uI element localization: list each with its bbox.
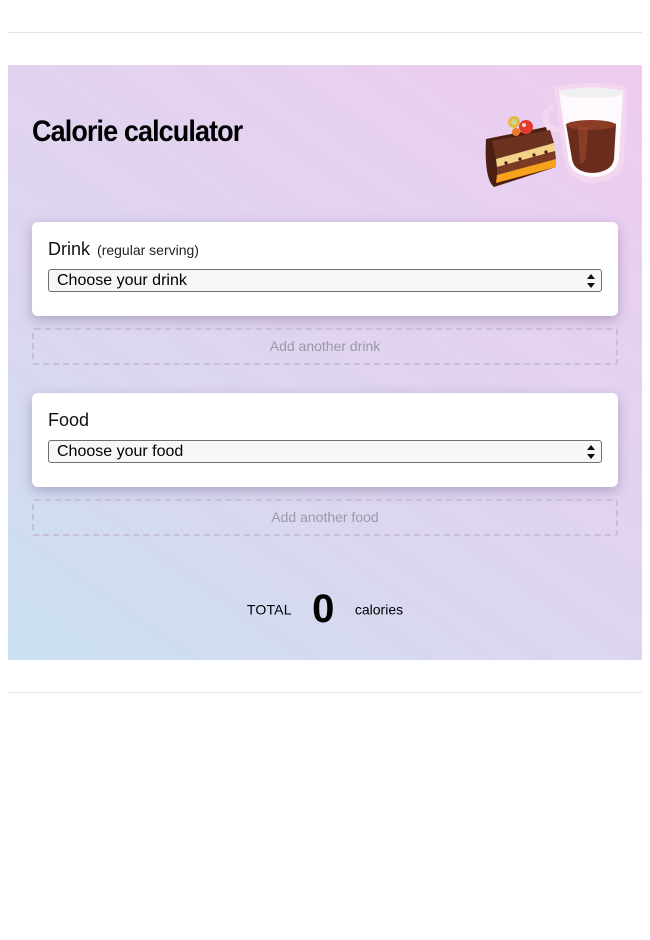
total-calories-value: 0	[312, 587, 335, 631]
drink-label: Drink	[48, 239, 91, 259]
top-divider	[8, 32, 642, 33]
total-summary: TOTAL 0 calories	[8, 587, 642, 637]
select-arrows-icon	[587, 445, 595, 459]
coffee-cup-icon	[542, 83, 626, 183]
calorie-calculator: Calorie calculator Drink (regular servin…	[8, 65, 642, 660]
bottom-divider	[8, 692, 642, 693]
cake-and-coffee-icon	[485, 83, 626, 187]
select-arrows-icon	[587, 274, 595, 288]
food-select-value: Choose your food	[57, 443, 184, 460]
food-card: Food Choose your food	[32, 393, 618, 487]
drink-select[interactable]: Choose your drink	[48, 269, 602, 292]
total-label: TOTAL	[246, 601, 292, 618]
drink-select-value: Choose your drink	[57, 272, 187, 289]
add-drink-button[interactable]: Add another drink	[32, 328, 618, 365]
total-unit-label: calories	[354, 601, 404, 618]
add-food-button[interactable]: Add another food	[32, 499, 618, 536]
food-label: Food	[48, 410, 90, 430]
drink-card: Drink (regular serving) Choose your drin…	[32, 222, 618, 316]
food-select[interactable]: Choose your food	[48, 440, 602, 463]
drink-serving-hint: (regular serving)	[97, 242, 199, 258]
page-title: Calorie calculator	[32, 115, 243, 148]
